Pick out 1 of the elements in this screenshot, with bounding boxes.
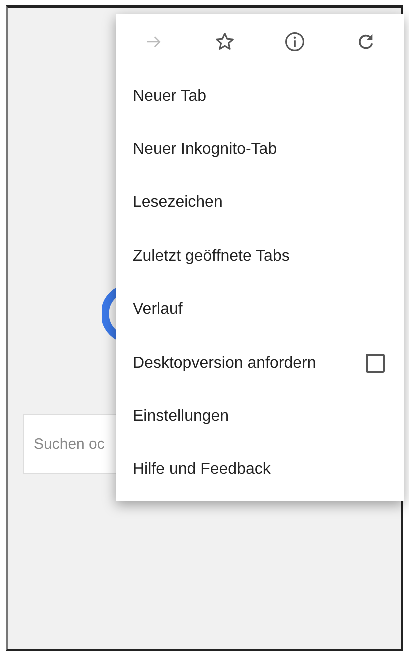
menu-item-label: Desktopversion anfordern	[133, 354, 316, 373]
